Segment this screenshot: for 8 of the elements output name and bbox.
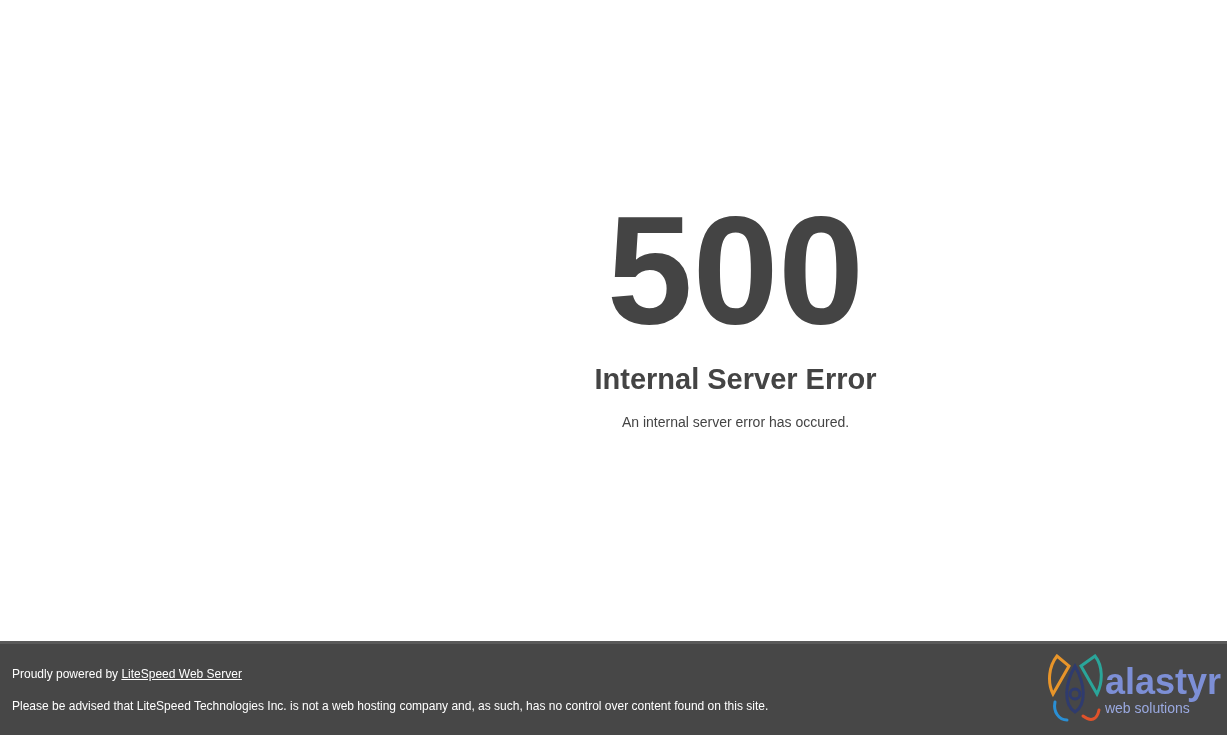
- error-title: Internal Server Error: [594, 362, 877, 396]
- disclaimer-text: Please be advised that LiteSpeed Technologies Inc. is not a web hosting company and, as such, has no control over content found on this site.: [12, 697, 769, 715]
- powered-by-text: Proudly powered by LiteSpeed Web Server: [12, 665, 243, 683]
- logo-tagline: web solutions: [1104, 699, 1190, 716]
- error-message: An internal server error has occured.: [621, 413, 850, 432]
- error-code: 500: [607, 196, 864, 346]
- litespeed-link[interactable]: LiteSpeed Web Server: [121, 666, 242, 681]
- logo-name: alastyr: [1104, 663, 1221, 700]
